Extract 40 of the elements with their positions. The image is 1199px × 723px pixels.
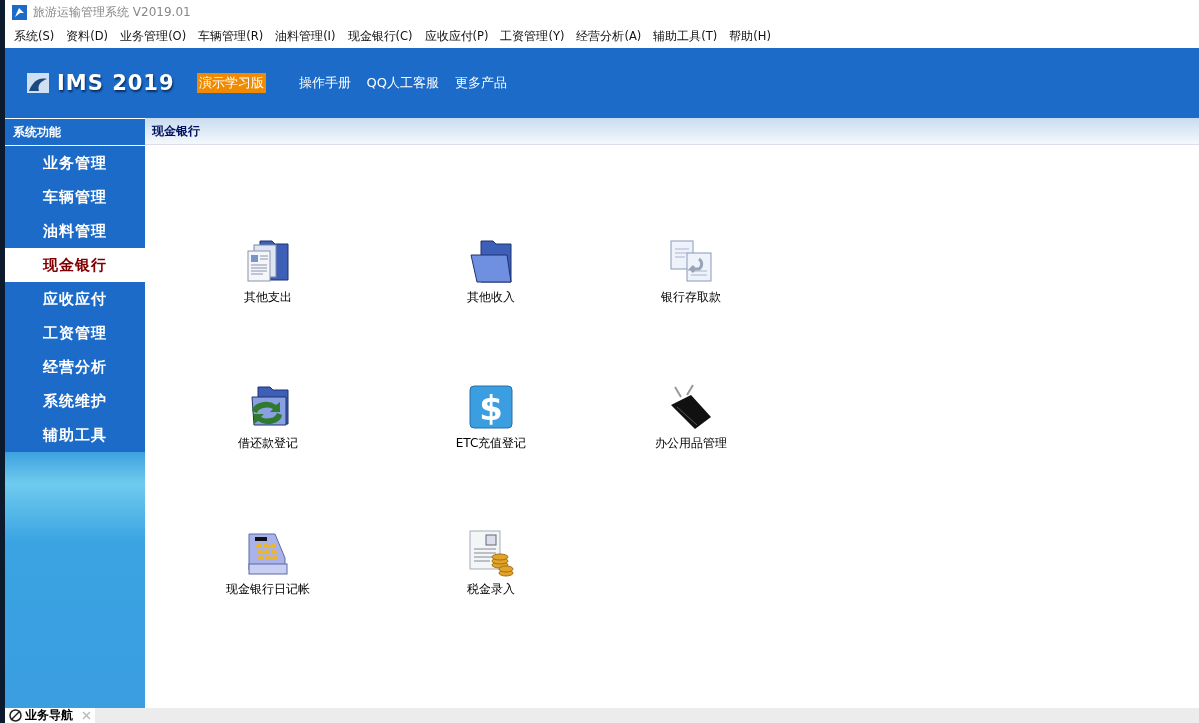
menu-item[interactable]: 辅助工具(T) [647,29,724,44]
banner-link[interactable]: 更多产品 [455,74,508,92]
function-label[interactable]: 其他支出 [244,289,292,306]
menu-item[interactable]: 油料管理(I) [269,29,342,44]
window-title: 旅游运输管理系统 V2019.01 [33,4,191,21]
documents-arrow-icon [667,237,715,285]
sidebar-title: 系统功能 [5,118,145,146]
sidebar-item[interactable]: 系统维护 [5,384,145,418]
logo-text: IMS 2019 [57,71,175,95]
menu-item[interactable]: 经营分析(A) [570,29,648,44]
menu-item[interactable]: 业务管理(O) [114,29,193,44]
function-label[interactable]: 现金银行日记帐 [226,581,310,598]
folder-icon [467,237,515,285]
banner-link[interactable]: 操作手册 [298,74,351,92]
sidebar-item[interactable]: 现金银行 [5,248,145,282]
menu-item[interactable]: 资料(D) [60,29,115,44]
dollar-icon: $ [469,385,513,429]
menu-item[interactable]: 应收应付(P) [418,29,495,44]
function-label[interactable]: 借还款登记 [238,435,298,452]
function-label[interactable]: 办公用品管理 [655,435,727,452]
function-label[interactable]: ETC充值登记 [455,435,527,452]
menu-item[interactable]: 车辆管理(R) [192,29,270,44]
menu-item[interactable]: 现金银行(C) [341,29,419,44]
close-icon[interactable] [82,711,91,720]
panel-title: 现金银行 [145,118,1199,145]
logo-icon [27,73,49,93]
function-label[interactable]: 其他收入 [467,289,515,306]
function-label[interactable]: 银行存取款 [661,289,721,306]
documents-folder-icon [244,237,292,285]
menu-item[interactable]: 工资管理(Y) [494,29,571,44]
app-icon [12,5,27,20]
document-coins-icon [468,529,514,577]
cash-register-icon [245,530,291,576]
menu-item[interactable]: 系统(S) [8,29,61,44]
sidebar-item[interactable]: 辅助工具 [5,418,145,452]
edition-badge: 演示学习版 [196,73,266,93]
function-label[interactable]: 税金录入 [467,581,515,598]
bottom-tab[interactable]: 业务导航 [5,708,95,723]
menu-item[interactable]: 帮助(H) [723,29,777,44]
banner-link[interactable]: QQ人工客服 [366,74,440,92]
